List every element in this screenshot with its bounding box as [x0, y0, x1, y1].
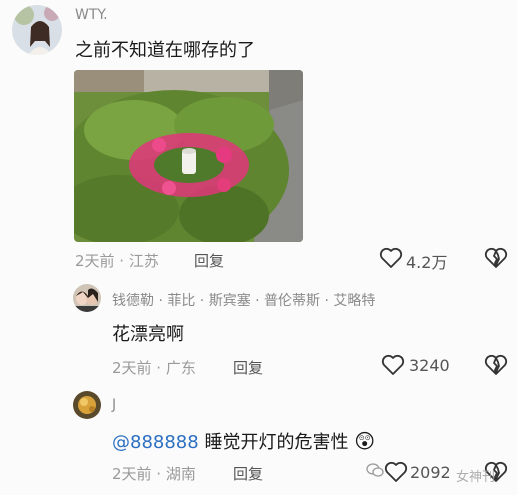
comment-text: 之前不知道在哪存的了: [75, 40, 255, 61]
comment-username[interactable]: J: [112, 397, 116, 413]
comment-text: 睡觉开灯的危害性: [198, 432, 349, 453]
mention-link[interactable]: @888888: [112, 432, 199, 453]
watermark-logo-icon: [366, 462, 384, 478]
comment-meta: 2天前 · 江苏: [75, 252, 159, 270]
comment-username[interactable]: WTY.: [75, 7, 108, 23]
broken-heart-icon[interactable]: [484, 354, 508, 376]
like-count: 4.2万: [406, 253, 448, 272]
reply-button[interactable]: 回复: [233, 463, 263, 484]
avatar[interactable]: [73, 391, 101, 419]
heart-icon[interactable]: [379, 247, 403, 269]
comment-meta: 2天前 · 湖南: [112, 465, 196, 483]
comment-image[interactable]: [74, 70, 303, 242]
like-count: 2092: [410, 463, 451, 482]
heart-icon[interactable]: [384, 461, 408, 483]
broken-heart-icon[interactable]: [484, 247, 508, 269]
reply-button[interactable]: 回复: [194, 250, 224, 271]
like-count: 3240: [409, 356, 450, 375]
comment-text: 花漂亮啊: [112, 324, 184, 345]
comment-meta: 2天前 · 广东: [112, 359, 196, 377]
avatar[interactable]: [73, 284, 101, 312]
watermark: 女神刊: [456, 470, 496, 485]
avatar[interactable]: [12, 5, 62, 55]
comment-text-line: @888888 睡觉开灯的危害性 😲: [112, 428, 375, 454]
astonished-emoji: 😲: [354, 429, 376, 453]
reply-button[interactable]: 回复: [233, 357, 263, 378]
comment-username[interactable]: 钱德勒 · 菲比 · 斯宾塞 · 普伦蒂斯 · 艾略特: [112, 290, 375, 310]
heart-icon[interactable]: [381, 354, 405, 376]
